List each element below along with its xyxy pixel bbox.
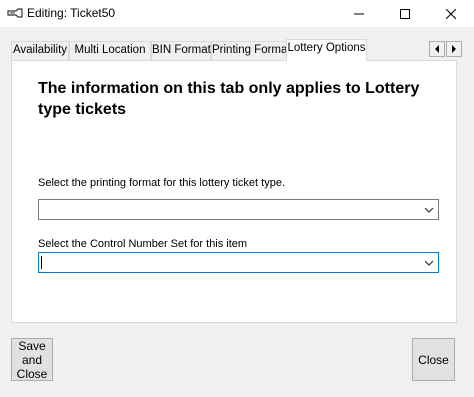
tab-lottery-options[interactable]: Lottery Options xyxy=(286,39,367,61)
minimize-icon xyxy=(354,13,364,14)
tab-scroll-right-button[interactable] xyxy=(446,41,462,57)
tab-printing-format[interactable]: Printing Format xyxy=(211,41,291,60)
save-and-close-button[interactable]: Save and Close xyxy=(11,338,53,381)
printing-format-dropdown[interactable] xyxy=(38,199,439,220)
maximize-button[interactable] xyxy=(382,0,428,27)
control-number-dropdown[interactable] xyxy=(38,252,439,273)
maximize-icon xyxy=(400,8,410,19)
printing-format-label: Select the printing format for this lott… xyxy=(38,177,285,189)
tab-bin-format[interactable]: BIN Format xyxy=(151,41,211,60)
ticket-icon xyxy=(7,7,23,20)
chevron-down-icon xyxy=(424,260,434,266)
text-caret xyxy=(41,256,42,269)
arrow-left-icon xyxy=(435,45,439,53)
control-number-label: Select the Control Number Set for this i… xyxy=(38,238,248,250)
arrow-right-icon xyxy=(452,45,456,53)
close-window-button[interactable] xyxy=(428,0,474,27)
tab-multi-location[interactable]: Multi Location xyxy=(69,41,151,60)
tab-availability[interactable]: Availability xyxy=(11,41,69,60)
title-bar: Editing: Ticket50 xyxy=(0,0,474,27)
lottery-options-panel: The information on this tab only applies… xyxy=(11,60,457,323)
chevron-down-icon xyxy=(424,207,434,213)
window-title: Editing: Ticket50 xyxy=(27,6,116,20)
close-icon xyxy=(446,8,456,19)
lottery-heading: The information on this tab only applies… xyxy=(38,80,420,118)
minimize-button[interactable] xyxy=(336,0,382,27)
tab-scroll-left-button[interactable] xyxy=(429,41,445,57)
close-button[interactable]: Close xyxy=(412,338,455,381)
tab-strip: Availability Multi Location BIN Format P… xyxy=(11,39,466,61)
